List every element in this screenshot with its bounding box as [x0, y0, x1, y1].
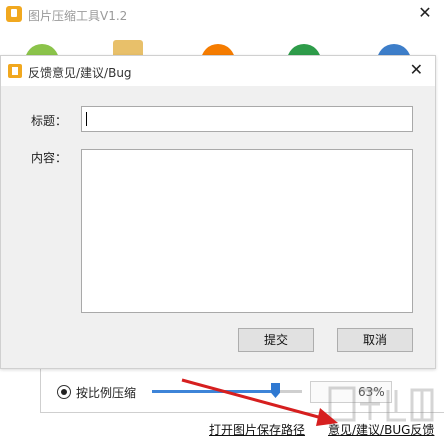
ratio-compress-label: 按比例压缩: [76, 386, 137, 400]
title-bar: 图片压缩工具V1.2 ✕: [0, 0, 444, 30]
cancel-button[interactable]: 取消: [337, 328, 413, 352]
content-textarea[interactable]: [81, 149, 413, 313]
app-icon: [6, 6, 22, 22]
red-arrow-icon: [181, 378, 338, 426]
dialog-title-bar: 反馈意见/建议/Bug ✕: [1, 56, 435, 86]
text-caret: [86, 112, 87, 126]
window-title: 图片压缩工具V1.2: [28, 9, 128, 23]
submit-button[interactable]: 提交: [238, 328, 314, 352]
content-label: 内容：: [31, 151, 68, 165]
dialog-close-button[interactable]: ✕: [410, 61, 423, 79]
title-label: 标题：: [31, 114, 68, 128]
close-button[interactable]: ✕: [416, 4, 434, 22]
dialog-title: 反馈意见/建议/Bug: [28, 66, 132, 80]
ratio-compress-radio[interactable]: [57, 385, 71, 399]
title-input[interactable]: [81, 106, 413, 132]
dialog-app-icon: [8, 64, 22, 78]
feedback-dialog: 反馈意见/建议/Bug ✕ 标题： 内容： 提交 取消: [0, 55, 436, 369]
